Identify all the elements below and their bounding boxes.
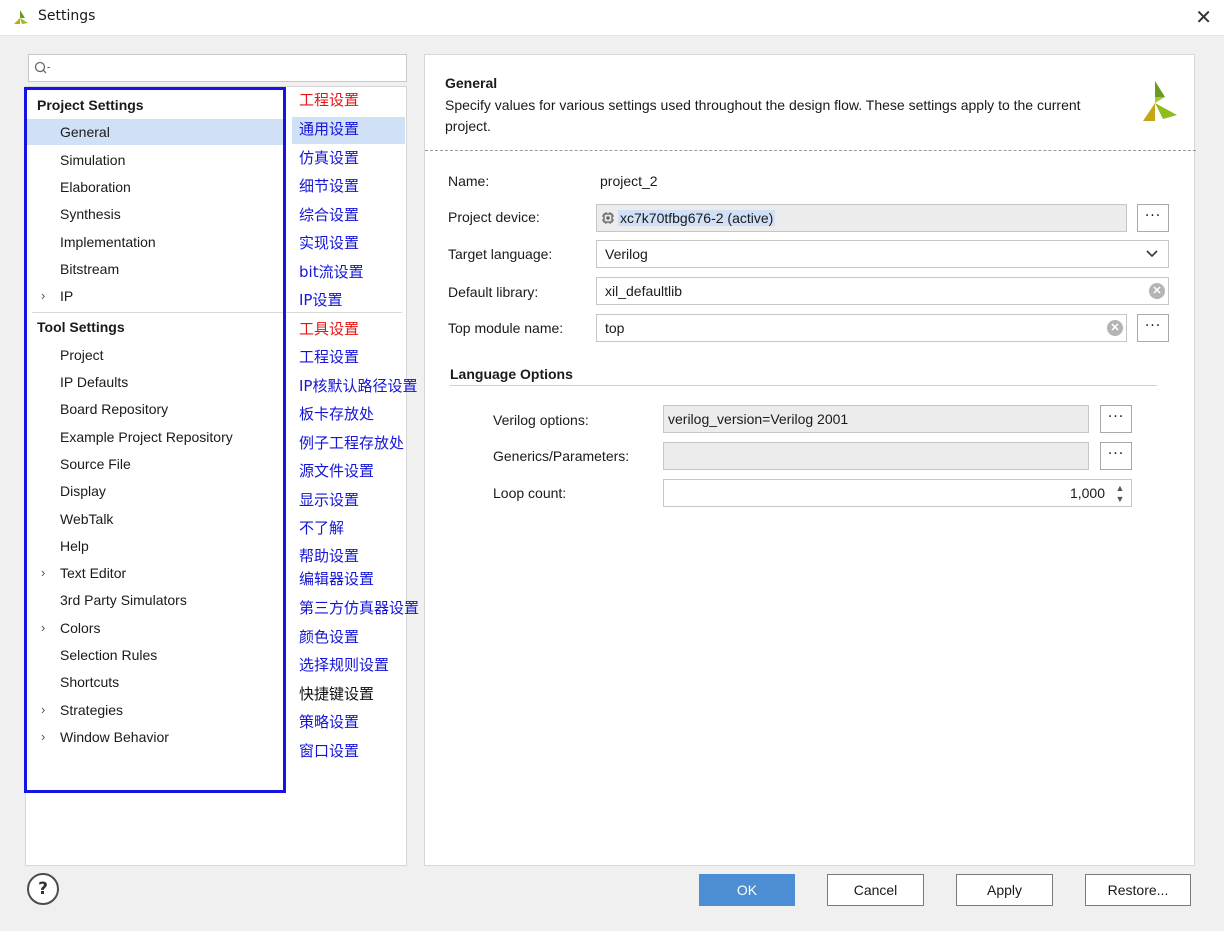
verilog-options-value: verilog_version=Verilog 2001 [668, 411, 849, 427]
annotation-label: 细节设置 [299, 177, 360, 195]
annotation-label: 综合设置 [299, 206, 360, 224]
loop-count-label: Loop count: [493, 485, 567, 501]
name-label: Name: [448, 173, 490, 189]
project-device-browse-button[interactable]: ··· [1137, 204, 1169, 232]
section-divider [450, 385, 1157, 386]
close-icon[interactable]: ✕ [1195, 5, 1212, 29]
ok-button[interactable]: OK [699, 874, 795, 906]
loop-count-value: 1,000 [1069, 485, 1105, 501]
top-module-field[interactable]: top ✕ [596, 314, 1127, 342]
spinner-down-icon[interactable]: ▼ [1115, 494, 1125, 504]
annotation-label: 实现设置 [299, 234, 360, 252]
top-module-label: Top module name: [448, 320, 564, 336]
page-description: Specify values for various settings used… [445, 97, 1081, 134]
annotation-label: 例子工程存放处 [299, 434, 405, 452]
annotation-label: bit流设置 [299, 263, 364, 281]
vivado-logo-icon [1143, 81, 1177, 121]
annotation-label: 帮助设置 [299, 547, 360, 565]
annotation-label: 板卡存放处 [299, 405, 375, 423]
annotation-label: IP核默认路径设置 [299, 377, 418, 395]
annotation-label: 通用设置 [299, 120, 360, 138]
default-library-value: xil_defaultlib [605, 283, 683, 299]
top-module-value: top [605, 320, 625, 336]
annotation-label: 工程设置 [299, 91, 360, 109]
verilog-options-field[interactable]: verilog_version=Verilog 2001 [663, 405, 1089, 433]
search-icon [34, 61, 50, 74]
default-library-label: Default library: [448, 284, 539, 300]
spinner-up-icon[interactable]: ▲ [1115, 483, 1125, 493]
restore-button[interactable]: Restore... [1085, 874, 1191, 906]
page-title: General [445, 75, 498, 91]
language-options-title: Language Options [450, 366, 573, 382]
annotation-label: 工程设置 [299, 348, 360, 366]
header-divider [425, 150, 1196, 151]
annotation-label: 工具设置 [299, 320, 360, 338]
annotation-label: 策略设置 [299, 713, 360, 731]
title-bar: Settings ✕ [0, 0, 1224, 36]
default-library-field[interactable]: xil_defaultlib ✕ [596, 277, 1169, 305]
annotation-label: 快捷键设置 [299, 685, 375, 703]
loop-count-spinner[interactable]: 1,000 ▲ ▼ [663, 479, 1132, 507]
target-language-label: Target language: [448, 246, 553, 262]
annotation-label: IP设置 [299, 291, 343, 309]
chip-icon [602, 212, 614, 224]
target-language-value: Verilog [605, 246, 648, 262]
annotation-label: 显示设置 [299, 491, 360, 509]
clear-icon[interactable]: ✕ [1107, 320, 1123, 336]
vivado-app-icon [14, 10, 28, 24]
annotation-label: 窗口设置 [299, 742, 360, 760]
verilog-options-label: Verilog options: [493, 412, 589, 428]
window-title: Settings [38, 8, 96, 24]
general-settings-panel: General Specify values for various setti… [424, 54, 1196, 866]
cancel-button[interactable]: Cancel [827, 874, 924, 906]
help-button[interactable]: ? [27, 873, 59, 905]
annotation-label: 源文件设置 [299, 462, 375, 480]
generics-parameters-browse-button[interactable]: ··· [1100, 442, 1132, 470]
annotation-label: 颜色设置 [299, 628, 360, 646]
generics-parameters-label: Generics/Parameters: [493, 448, 630, 464]
annotation-label: 不了解 [299, 519, 345, 537]
project-device-value: xc7k70tfbg676-2 (active) [618, 210, 776, 226]
annotation-box [24, 87, 286, 793]
project-device-field[interactable]: xc7k70tfbg676-2 (active) [596, 204, 1127, 232]
annotation-label: 第三方仿真器设置 [299, 599, 420, 617]
apply-button[interactable]: Apply [956, 874, 1053, 906]
project-device-label: Project device: [448, 209, 540, 225]
target-language-select[interactable]: Verilog [596, 240, 1169, 268]
annotation-label: 编辑器设置 [299, 570, 375, 588]
clear-icon[interactable]: ✕ [1149, 283, 1165, 299]
top-module-browse-button[interactable]: ··· [1137, 314, 1169, 342]
search-input[interactable] [28, 54, 407, 82]
annotation-label: 仿真设置 [299, 149, 360, 167]
name-value: project_2 [600, 173, 658, 189]
annotation-label: 选择规则设置 [299, 656, 390, 674]
generics-parameters-field[interactable] [663, 442, 1089, 470]
chevron-down-icon [1146, 250, 1158, 258]
verilog-options-browse-button[interactable]: ··· [1100, 405, 1132, 433]
